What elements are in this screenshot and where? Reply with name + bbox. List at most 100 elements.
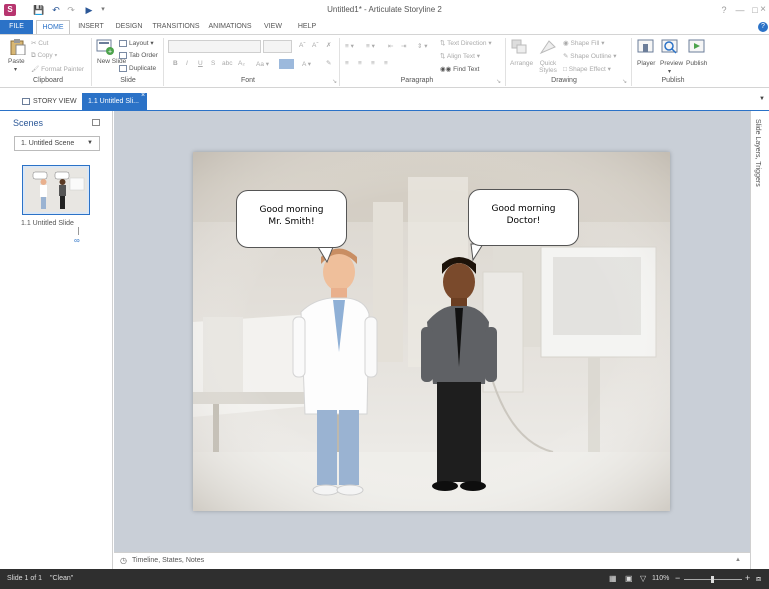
new-slide-icon[interactable]: + [96,39,114,55]
publish-group-label: Publish [661,77,685,84]
slide-group-label: Slide [120,77,136,84]
numbering-icon[interactable]: ≡ ▾ [366,42,375,50]
strikethrough-icon[interactable]: S [211,60,215,67]
player-icon[interactable] [637,39,655,55]
tab-file[interactable]: FILE [0,20,33,34]
clipboard-group-label: Clipboard [33,77,63,84]
timeline-panel[interactable]: ◷ Timeline, States, Notes ▲ [114,552,750,569]
align-text-button[interactable]: ⇅ Align Text ▾ [440,52,480,60]
clear-format-icon[interactable]: ✗ [326,41,331,49]
char-spacing-icon[interactable]: abc [222,60,232,67]
bullets-icon[interactable]: ≡ ▾ [345,42,354,50]
justify-icon[interactable]: ≡ [384,60,388,67]
shape-effect-label: Shape Effect [568,66,606,73]
font-size-select[interactable] [263,40,292,53]
slide-tab[interactable]: 1.1 Untitled Sli... [82,93,147,111]
player-button[interactable]: Player [637,60,655,67]
fit-icon[interactable]: ▽ [640,574,646,583]
tab-order-button[interactable]: Tab Order [119,52,158,59]
shrink-font-icon[interactable]: Aˇ [312,42,319,49]
paragraph-dialog-launcher-icon[interactable]: ↘ [496,78,501,85]
shape-effect-button[interactable]: □ Shape Effect ▾ [563,65,611,73]
minimize-icon[interactable]: — [734,4,746,16]
paste-button[interactable]: Paste [8,58,25,65]
italic-icon[interactable]: I [186,60,188,67]
link-icon[interactable]: ∞ [74,236,80,245]
close-icon[interactable]: × [757,4,769,16]
paste-icon[interactable] [8,39,26,55]
paste-dropdown-icon[interactable]: ▾ [14,66,17,73]
tab-design[interactable]: DESIGN [112,20,146,34]
shape-fill-button[interactable]: ◉ Shape Fill ▾ [563,39,604,47]
collapse-panel-icon[interactable] [92,119,100,126]
duplicate-button[interactable]: Duplicate [119,65,156,72]
change-case-icon[interactable]: Aa ▾ [256,60,269,68]
speech-bubble-left[interactable]: Good morning Mr. Smith! [236,190,347,248]
fit-to-window-icon[interactable]: ⧈ [756,574,761,584]
drawing-dialog-launcher-icon[interactable]: ↘ [622,78,627,85]
new-slide-button[interactable]: New Slide [97,58,126,65]
underline-icon[interactable]: U [198,60,203,67]
increase-indent-icon[interactable]: ⇥ [401,42,406,50]
text-direction-button[interactable]: ⇅ Text Direction ▾ [440,39,492,47]
ribbon-tabs: FILE HOME INSERT DESIGN TRANSITIONS ANIM… [0,20,769,35]
zoom-out-icon[interactable]: − [675,573,680,583]
align-left-icon[interactable]: ≡ [345,60,349,67]
tab-help[interactable]: HELP [293,20,321,34]
tab-home[interactable]: HOME [36,20,70,35]
help-icon[interactable]: ? [758,22,768,32]
bold-icon[interactable]: B [173,60,178,67]
tabs-dropdown-icon[interactable]: ▼ [759,96,765,102]
cut-label: Cut [38,40,49,47]
text-effects-icon[interactable]: ✎ [326,59,331,67]
zoom-in-icon[interactable]: + [745,573,750,583]
tab-insert[interactable]: INSERT [74,20,108,34]
help-question-icon[interactable]: ? [718,4,730,16]
highlight-color-icon[interactable] [279,59,294,69]
tab-animations[interactable]: ANIMATIONS [205,20,255,34]
copy-button[interactable]: ⧉ Copy ▾ [31,52,57,60]
cut-button[interactable]: ✂ Cut [31,39,48,47]
tab-view[interactable]: VIEW [259,20,287,34]
format-painter-button[interactable]: 🖌 Format Painter [31,65,84,73]
align-center-icon[interactable]: ≡ [358,60,362,67]
format-painter-label: Format Painter [41,66,85,73]
layout-button[interactable]: Layout ▾ [119,39,154,47]
speech-bubble-right[interactable]: Good morning Doctor! [468,189,579,246]
publish-button[interactable]: Publish [686,60,707,67]
font-color-icon[interactable]: A ▾ [302,60,311,68]
shape-outline-button[interactable]: ✎ Shape Outline ▾ [563,52,617,60]
preview-dropdown-icon[interactable]: ▾ [668,68,671,75]
publish-icon[interactable] [688,39,706,55]
preview-icon[interactable] [661,39,679,55]
quick-styles-icon[interactable] [539,39,557,55]
find-text-button[interactable]: ◉◉ Find Text [440,65,479,73]
subscript-icon[interactable]: A₂ [238,60,245,67]
slide-canvas[interactable]: Good morning Mr. Smith! Good morning Doc… [193,152,670,511]
normal-view-icon[interactable]: ▦ [609,574,617,583]
story-view-icon[interactable]: ▣ [625,574,633,583]
font-dialog-launcher-icon[interactable]: ↘ [332,78,337,85]
quick-styles-button[interactable]: Quick Styles [537,60,559,74]
zoom-slider-thumb[interactable] [711,576,714,583]
ribbon: Paste ▾ ✂ Cut ⧉ Copy ▾ 🖌 Format Painter … [0,34,769,88]
bubble-right-line-1: Good morning [491,204,556,214]
line-spacing-icon[interactable]: ⇕ ▾ [417,42,428,50]
font-family-select[interactable] [168,40,261,53]
decrease-indent-icon[interactable]: ⇤ [388,42,393,50]
tab-transitions[interactable]: TRANSITIONS [150,20,202,34]
slide-thumbnail[interactable] [22,165,90,215]
story-view-icon [22,97,30,105]
scene-select[interactable]: 1. Untitled Scene ▼ [14,136,100,151]
grow-font-icon[interactable]: Aˆ [299,42,306,49]
layout-label: Layout [129,40,149,47]
expand-panel-icon[interactable]: ▲ [735,557,741,563]
story-view-tab[interactable]: STORY VIEW [16,93,83,111]
slide-layers-triggers-panel[interactable]: Slide Layers, Triggers [750,111,769,569]
preview-button[interactable]: Preview [660,60,683,67]
arrange-button[interactable]: Arrange [510,60,533,67]
arrange-icon[interactable] [511,39,529,55]
align-right-icon[interactable]: ≡ [371,60,375,67]
theme-name: "Clean" [50,575,74,582]
close-tab-icon[interactable]: × [141,92,145,99]
